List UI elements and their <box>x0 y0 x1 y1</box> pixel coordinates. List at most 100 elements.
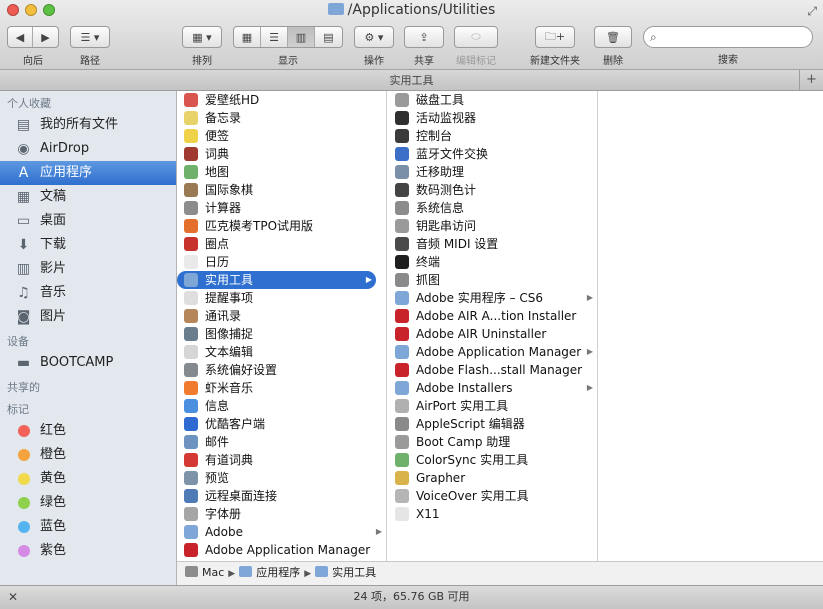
back-button[interactable]: ◀ <box>8 27 33 47</box>
sidebar-item-bootcamp[interactable]: ▬ BOOTCAMP <box>0 351 176 375</box>
app-row[interactable]: 计算器 <box>177 199 386 217</box>
path-button[interactable]: ☰ ▾ <box>71 27 109 47</box>
app-row[interactable]: 终端 <box>388 253 597 271</box>
app-icon <box>395 507 409 521</box>
sidebar-tag-green[interactable]: 绿色 <box>0 491 176 515</box>
folder-icon <box>395 291 409 305</box>
app-row[interactable]: 提醒事项 <box>177 289 386 307</box>
app-row[interactable]: 迁移助理 <box>388 163 597 181</box>
app-row[interactable]: 系统偏好设置 <box>177 361 386 379</box>
app-row[interactable]: 虾米音乐 <box>177 379 386 397</box>
app-icon <box>184 345 198 359</box>
sidebar-item-music[interactable]: ♫ 音乐 <box>0 281 176 305</box>
tab-utilities[interactable]: 实用工具 <box>390 74 434 87</box>
sidebar-item-movies[interactable]: ▥ 影片 <box>0 257 176 281</box>
app-row[interactable]: Adobe Application Manager <box>177 541 386 559</box>
app-row[interactable]: Adobe AIR Uninstaller <box>388 325 597 343</box>
app-row[interactable]: 文本编辑 <box>177 343 386 361</box>
app-icon <box>184 291 198 305</box>
share-button[interactable]: ⇪ <box>405 27 443 47</box>
list-view-button[interactable]: ☰ <box>261 27 288 47</box>
app-row[interactable]: 词典 <box>177 145 386 163</box>
app-row[interactable]: 远程桌面连接 <box>177 487 386 505</box>
app-row[interactable]: 蓝牙文件交换 <box>388 145 597 163</box>
app-row[interactable]: 地图 <box>177 163 386 181</box>
sidebar-item-documents[interactable]: ▦ 文稿 <box>0 185 176 209</box>
app-row[interactable]: 便签 <box>177 127 386 145</box>
app-icon <box>184 129 198 143</box>
sidebar-tag-blue[interactable]: 蓝色 <box>0 515 176 539</box>
app-row[interactable]: 匹克模考TPO试用版 <box>177 217 386 235</box>
app-icon <box>184 183 198 197</box>
app-row[interactable]: 日历 <box>177 253 386 271</box>
path-segment[interactable]: Mac <box>185 566 224 579</box>
app-row[interactable]: 图像捕捉 <box>177 325 386 343</box>
app-row[interactable]: 有道词典 <box>177 451 386 469</box>
app-row[interactable]: 钥匙串访问 <box>388 217 597 235</box>
forward-button[interactable]: ▶ <box>33 27 58 47</box>
new-folder-button[interactable]: 🗀+ <box>536 27 574 47</box>
app-row[interactable]: Boot Camp 助理 <box>388 433 597 451</box>
icon-view-button[interactable]: ▦ <box>234 27 261 47</box>
app-row[interactable]: 磁盘工具 <box>388 91 597 109</box>
app-row[interactable]: Adobe AIR A...tion Installer <box>388 307 597 325</box>
sidebar-tag-orange[interactable]: 橙色 <box>0 443 176 467</box>
view-group: ▦ ☰ ▥ ▤ 显示 <box>233 26 343 67</box>
app-row[interactable]: 爱壁纸HD <box>177 91 386 109</box>
app-icon <box>395 327 409 341</box>
row-label: 地图 <box>205 165 230 179</box>
app-row[interactable]: 抓图 <box>388 271 597 289</box>
edit-tags-button[interactable]: ⬭ <box>455 27 497 47</box>
app-row[interactable]: 字体册 <box>177 505 386 523</box>
app-row[interactable]: 预览 <box>177 469 386 487</box>
path-segment[interactable]: 应用程序 <box>239 566 300 579</box>
sidebar-item-airdrop[interactable]: ◉ AirDrop <box>0 137 176 161</box>
arrange-button[interactable]: ▦ ▾ <box>183 27 221 47</box>
fullscreen-icon[interactable]: ⤢ <box>807 4 817 19</box>
sidebar-tag-yellow[interactable]: 黄色 <box>0 467 176 491</box>
app-row[interactable]: 音频 MIDI 设置 <box>388 235 597 253</box>
sidebar-item-downloads[interactable]: ⬇ 下载 <box>0 233 176 257</box>
app-row[interactable]: AppleScript 编辑器 <box>388 415 597 433</box>
folder-row[interactable]: Adobe Application Manager ▶ <box>388 343 597 361</box>
app-row[interactable]: 通讯录 <box>177 307 386 325</box>
app-row[interactable]: 信息 <box>177 397 386 415</box>
app-row[interactable]: ColorSync 实用工具 <box>388 451 597 469</box>
app-row[interactable]: AirPort 实用工具 <box>388 397 597 415</box>
chevron-right-icon: ▶ <box>41 30 50 44</box>
row-label: 匹克模考TPO试用版 <box>205 219 314 233</box>
search-input[interactable]: ⌕ <box>643 26 813 48</box>
app-row[interactable]: 活动监视器 <box>388 109 597 127</box>
app-row[interactable]: 控制台 <box>388 127 597 145</box>
coverflow-view-button[interactable]: ▤ <box>315 27 342 47</box>
app-row[interactable]: 圈点 <box>177 235 386 253</box>
sidebar-tag-purple[interactable]: 紫色 <box>0 539 176 563</box>
app-row[interactable]: X11 <box>388 505 597 523</box>
app-row[interactable]: 备忘录 <box>177 109 386 127</box>
app-row[interactable]: 国际象棋 <box>177 181 386 199</box>
sidebar-tag-red[interactable]: 红色 <box>0 419 176 443</box>
app-icon <box>395 489 409 503</box>
sidebar-item-applications[interactable]: A 应用程序 <box>0 161 176 185</box>
folder-row[interactable]: Adobe 实用程序 – CS6 ▶ <box>388 289 597 307</box>
app-row[interactable]: 系统信息 <box>388 199 597 217</box>
sidebar-item-desktop[interactable]: ▭ 桌面 <box>0 209 176 233</box>
column-view-icon: ▥ <box>295 30 307 44</box>
tools-icon[interactable]: ✕ <box>8 586 18 608</box>
app-row[interactable]: 优酷客户端 <box>177 415 386 433</box>
path-segment[interactable]: 实用工具 <box>315 566 376 579</box>
folder-row[interactable]: 实用工具 ▶ <box>177 271 376 289</box>
column-view-button[interactable]: ▥ <box>288 27 315 47</box>
sidebar-item-all-files[interactable]: ▤ 我的所有文件 <box>0 113 176 137</box>
app-row[interactable]: 邮件 <box>177 433 386 451</box>
app-row[interactable]: VoiceOver 实用工具 <box>388 487 597 505</box>
new-tab-button[interactable]: + <box>799 70 823 90</box>
action-button[interactable]: ⚙ ▾ <box>355 27 393 47</box>
folder-row[interactable]: Adobe Installers ▶ <box>388 379 597 397</box>
app-row[interactable]: Grapher <box>388 469 597 487</box>
delete-button[interactable]: 🗑 <box>595 27 631 47</box>
app-row[interactable]: Adobe Flash...stall Manager <box>388 361 597 379</box>
folder-row[interactable]: Adobe ▶ <box>177 523 386 541</box>
sidebar-item-pictures[interactable]: ◙ 图片 <box>0 305 176 329</box>
app-row[interactable]: 数码测色计 <box>388 181 597 199</box>
